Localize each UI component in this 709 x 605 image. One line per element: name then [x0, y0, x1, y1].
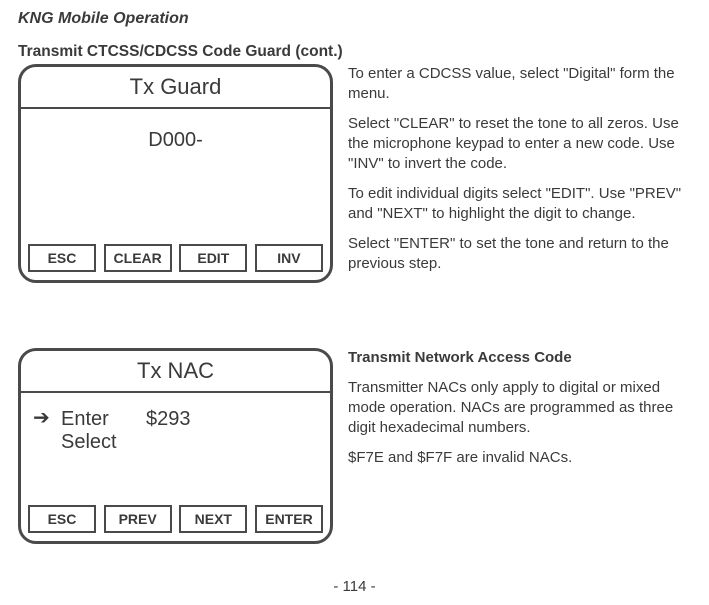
softkey-next[interactable]: NEXT: [179, 505, 247, 533]
screen-body: ➔ Enter $293 Select: [21, 393, 330, 505]
softkey-inv[interactable]: INV: [255, 244, 323, 272]
instruction-text-1: To enter a CDCSS value, select "Digital"…: [348, 64, 691, 283]
sub-heading: Transmit Network Access Code: [348, 348, 691, 368]
instruction-text-2: Transmit Network Access Code Transmitter…: [348, 348, 691, 478]
softkey-row: ESC PREV NEXT ENTER: [21, 505, 330, 533]
screen-title: Tx NAC: [21, 351, 330, 393]
softkey-row: ESC CLEAR EDIT INV: [21, 244, 330, 272]
section-title: Transmit CTCSS/CDCSS Code Guard (cont.): [18, 43, 691, 61]
softkey-clear[interactable]: CLEAR: [104, 244, 172, 272]
menu-label: Enter: [61, 408, 146, 431]
page-header: KNG Mobile Operation: [18, 10, 691, 28]
screen-tx-guard: Tx Guard D000- ESC CLEAR EDIT INV: [18, 64, 333, 283]
screen-value: D000-: [21, 109, 330, 244]
menu-label: Select: [61, 431, 146, 454]
paragraph: To edit individual digits select "EDIT".…: [348, 184, 691, 224]
paragraph: $F7E and $F7F are invalid NACs.: [348, 448, 691, 468]
paragraph: To enter a CDCSS value, select "Digital"…: [348, 64, 691, 104]
screen-tx-nac: Tx NAC ➔ Enter $293 Select ESC PREV NEXT…: [18, 348, 333, 544]
menu-line: ➔ Enter $293: [33, 408, 318, 431]
softkey-edit[interactable]: EDIT: [179, 244, 247, 272]
menu-line: Select: [33, 431, 318, 454]
page-number: - 114 -: [18, 578, 691, 595]
paragraph: Select "CLEAR" to reset the tone to all …: [348, 114, 691, 174]
menu-value: $293: [146, 408, 226, 431]
screen-title: Tx Guard: [21, 67, 330, 109]
paragraph: Transmitter NACs only apply to digital o…: [348, 378, 691, 438]
pointer-right-icon: ➔: [33, 408, 61, 428]
softkey-esc[interactable]: ESC: [28, 244, 96, 272]
softkey-enter[interactable]: ENTER: [255, 505, 323, 533]
softkey-esc[interactable]: ESC: [28, 505, 96, 533]
paragraph: Select "ENTER" to set the tone and retur…: [348, 234, 691, 274]
softkey-prev[interactable]: PREV: [104, 505, 172, 533]
